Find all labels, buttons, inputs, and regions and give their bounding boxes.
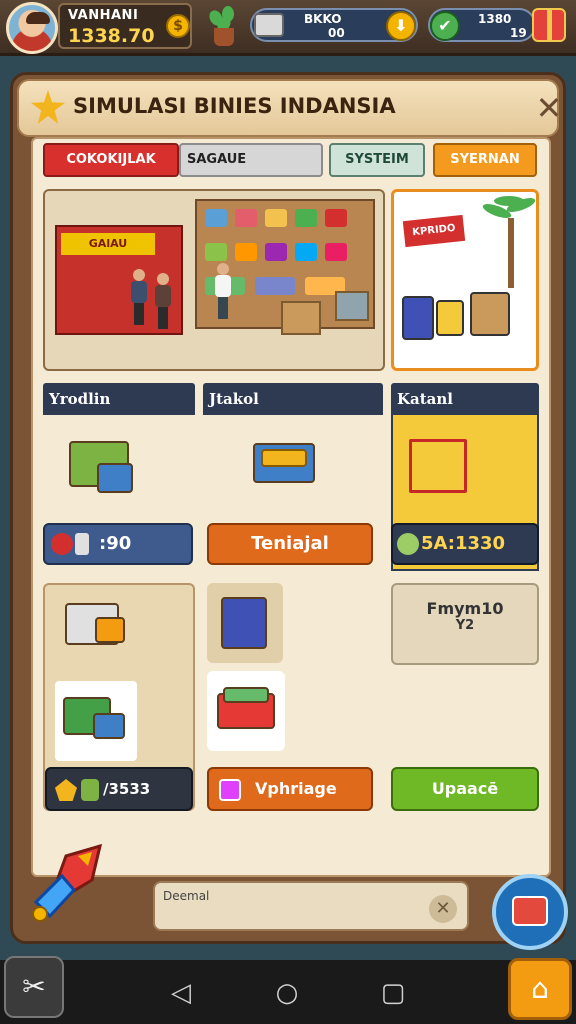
resource1-value: 00 <box>328 26 345 40</box>
customer-figure <box>131 269 147 325</box>
panel-title: SIMULASI BINIES INDANSIA <box>73 94 396 118</box>
system-nav-bar: ◁ ○ ▢ <box>0 960 576 1024</box>
resource-bar-2[interactable]: ✔ 1380 19 <box>428 8 536 42</box>
atm-machine <box>470 292 510 336</box>
palm-tree <box>481 195 536 288</box>
info-card-sub: Y2 <box>455 618 475 633</box>
tab-syernan[interactable]: SYERNAN <box>433 143 537 177</box>
tab-sagaue[interactable]: SAGAUE <box>179 143 323 177</box>
produce-box-icon <box>97 463 133 493</box>
vending-machine <box>436 300 464 336</box>
plant-icon[interactable] <box>206 6 238 48</box>
price-button-3[interactable]: 5A:1330 <box>391 523 539 565</box>
fridge-icon <box>221 597 267 649</box>
jar-icon <box>75 533 89 555</box>
player-name: VANHANI <box>68 8 139 23</box>
blue-box-icon <box>93 713 125 739</box>
category-header-3[interactable]: Katanl <box>391 383 539 415</box>
price-value-3: 5A:1330 <box>421 533 506 554</box>
store-scene-image: GAlAU <box>43 189 385 371</box>
shopkeeper-figure <box>215 263 231 319</box>
shopping-cart-icon[interactable] <box>409 439 467 493</box>
update-button[interactable]: Upaacē <box>391 767 539 811</box>
resource-bar-1[interactable]: BKKO 00 ⬇ <box>250 8 418 42</box>
snack-items <box>261 449 307 467</box>
cardboard-box <box>281 301 321 335</box>
coin-icon: $ <box>166 14 190 38</box>
chat-label: Deemal <box>163 889 210 903</box>
camera-button[interactable] <box>492 874 568 950</box>
panel-titlebar: SIMULASI BINIES INDANSIA ✕ <box>17 79 562 137</box>
gift-icon[interactable] <box>532 8 566 42</box>
info-card-title: Fmym10 <box>426 599 504 618</box>
vending-machine <box>402 296 434 340</box>
resource1-label: BKKO <box>304 12 342 26</box>
home-circle-icon[interactable]: ○ <box>272 978 302 1008</box>
vegetables-icon <box>223 687 269 703</box>
chat-bar[interactable]: Deemal ✕ <box>153 881 469 931</box>
category-header-1[interactable]: Yrodlin <box>43 383 195 415</box>
player-avatar[interactable] <box>6 2 58 54</box>
tab-cokokijlak[interactable]: COKOKIJLAK <box>43 143 179 177</box>
item-slot-b[interactable] <box>207 671 285 751</box>
shop-home-button[interactable]: ⌂ <box>508 958 572 1020</box>
orange-bag-icon <box>95 617 125 643</box>
kiosk-sign: GAlAU <box>61 233 155 255</box>
star-icon <box>31 90 65 124</box>
back-icon[interactable]: ◁ <box>166 978 196 1008</box>
item-slot-inner <box>55 681 137 761</box>
player-coins: 1338.70 <box>68 25 155 47</box>
info-card[interactable]: Fmym10 Y2 <box>391 583 539 665</box>
main-panel: SIMULASI BINIES INDANSIA ✕ COKOKIJLAK SA… <box>10 72 566 944</box>
badge-icon <box>55 779 77 801</box>
category-header-2[interactable]: Jtakol <box>203 383 383 415</box>
promo-image: KPRIDO <box>391 189 539 371</box>
camera-icon <box>512 896 548 926</box>
arrow-down-icon[interactable]: ⬇ <box>386 11 416 41</box>
avatar-hair <box>26 12 50 24</box>
price-button-1[interactable]: :90 <box>43 523 193 565</box>
tools-button[interactable]: ✂ <box>4 956 64 1018</box>
leaf-coin-icon <box>397 533 419 555</box>
stock-value: /3533 <box>103 780 151 798</box>
top-hud: VANHANI 1338.70 $ BKKO 00 ⬇ ✔ 1380 19 <box>0 0 576 56</box>
item-slot-a[interactable] <box>207 583 283 663</box>
check-gem-icon: ✔ <box>430 11 460 41</box>
cash-icon <box>81 779 99 801</box>
upgrade-label: Vphriage <box>255 779 337 798</box>
recent-apps-icon[interactable]: ▢ <box>378 978 408 1008</box>
price-value-1: :90 <box>99 533 132 554</box>
resource2-label: 1380 <box>478 12 512 26</box>
stock-button[interactable]: /3533 <box>45 767 193 811</box>
resource2-value: 19 <box>510 26 527 40</box>
upgrade-icon <box>219 779 241 801</box>
promo-sign: KPRIDO <box>402 214 466 248</box>
storage-crate <box>335 291 369 321</box>
crate-icon <box>254 13 284 37</box>
close-button[interactable]: ✕ <box>531 91 567 127</box>
upgrade-button[interactable]: Vphriage <box>207 767 373 811</box>
tomato-icon <box>51 533 73 555</box>
chat-close-icon[interactable]: ✕ <box>429 895 457 923</box>
price-button-2[interactable]: Teniajal <box>207 523 373 565</box>
tab-systeim[interactable]: SYSTEIM <box>329 143 425 177</box>
rocket-icon[interactable] <box>26 842 110 926</box>
customer-figure <box>155 273 171 329</box>
